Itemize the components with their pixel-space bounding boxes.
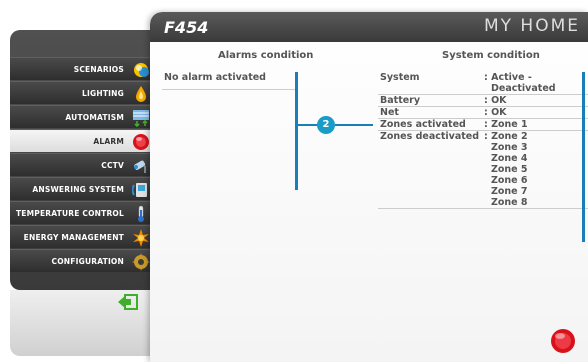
sidebar-item-cctv[interactable]: CCTV [10,153,158,176]
sidebar-item-scenarios[interactable]: SCENARIOS [10,57,158,80]
sidebar-item-label: CCTV [101,160,124,170]
cctv-icon [134,160,146,173]
sidebar-item-label: AUTOMATISM [65,112,124,122]
table-row: Net : OK [378,107,588,119]
sidebar-item-label: LIGHTING [82,88,124,98]
sidebar-item-label: ANSWERING SYSTEM [32,184,124,194]
value-line: Zone 3 [491,142,528,153]
row-value: : Zone 2 Zone 3 Zone 4 Zone 5 Zone 6 Zon… [484,131,588,208]
value-line: Zone 4 [491,153,528,164]
callout-bracket-left [295,72,298,190]
row-value: : Active - Deactivated [484,72,588,94]
sidebar-item-temperature-control[interactable]: TEMPERATURE CONTROL [10,201,158,224]
row-key: Zones deactivated [378,131,484,208]
sidebar-item-configuration[interactable]: CONFIGURATION [10,249,158,272]
sidebar-item-alarm[interactable]: ALARM [10,129,158,152]
value-line: : OK [484,95,507,106]
page-title: F454 [164,18,209,37]
sidebar-item-answering-system[interactable]: ANSWERING SYSTEM [10,177,158,200]
callout-badge: 2 [317,116,335,134]
value-line: : Zone 2 [484,131,528,142]
automatism-icon [133,110,149,127]
table-row: Zones deactivated : Zone 2 Zone 3 Zone 4… [378,131,588,209]
alarm-button-icon[interactable] [550,328,576,354]
table-row: Battery : OK [378,95,588,107]
row-key-text: Zones deactivated [380,131,480,142]
row-value: : OK [484,107,588,118]
sidebar-item-automatism[interactable]: AUTOMATISM [10,105,158,128]
lighting-icon [136,86,146,102]
value-line: Zone 5 [491,164,528,175]
row-key: Net [380,107,399,118]
alarms-condition-title: Alarms condition [218,50,314,61]
value-line: Zone 8 [491,197,528,208]
main-panel: F454 MY HOME Alarms condition System con… [150,12,588,362]
sidebar-item-lighting[interactable]: LIGHTING [10,81,158,104]
panel-header: F454 MY HOME [150,12,588,42]
back-arrow-icon[interactable] [117,293,139,311]
sidebar-item-label: TEMPERATURE CONTROL [15,208,124,218]
row-value: : OK [484,95,588,106]
row-key: Battery [380,95,421,106]
value-line: Zone 6 [491,175,528,186]
system-condition-table: System : Active - Deactivated Battery : … [378,72,588,209]
sidebar-item-label: CONFIGURATION [51,256,124,266]
value-line: Zone 7 [491,186,528,197]
brand-logo: MY HOME [483,16,580,36]
sidebar-menu: SCENARIOS LIGHTING AUTOMATISM ALARM CCTV… [10,30,158,356]
value-line: : OK [484,107,507,118]
row-key: Zones activated [380,119,466,130]
value-line: : Active - [484,72,532,83]
alarm-status-text: No alarm activated [162,72,295,90]
value-line: Deactivated [491,83,556,94]
sidebar-item-label: ENERGY MANAGEMENT [23,232,124,242]
energy-icon [133,229,149,247]
scenarios-icon [134,63,149,77]
alarm-icon [133,134,149,150]
value-line: : Zone 1 [484,119,528,130]
thermometer-icon [138,205,144,222]
table-row: System : Active - Deactivated [378,72,588,95]
sidebar-item-energy-management[interactable]: ENERGY MANAGEMENT [10,225,158,248]
sidebar-item-label: SCENARIOS [73,64,124,74]
gear-icon [132,253,150,271]
row-key: System [380,72,420,83]
sidebar-item-label: ALARM [93,136,124,146]
callout-bracket-right [582,72,585,242]
row-value: : Zone 1 [484,119,588,130]
system-condition-title: System condition [442,50,540,61]
table-row: Zones activated : Zone 1 [378,119,588,131]
answering-system-icon [132,183,147,197]
callout-line [335,124,373,126]
